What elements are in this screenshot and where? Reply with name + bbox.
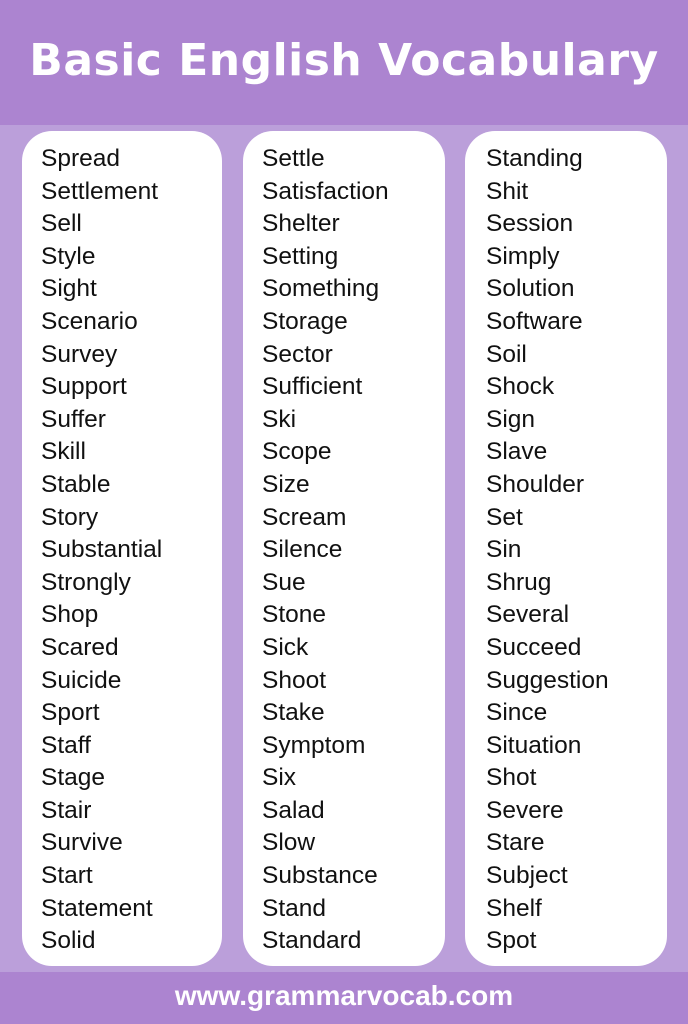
vocabulary-word: Several	[486, 601, 570, 629]
vocabulary-word: Suggestion	[486, 666, 609, 694]
vocabulary-word: Spread	[41, 145, 121, 172]
vocabulary-word: Subject	[486, 862, 568, 890]
vocabulary-word: Sin	[486, 536, 522, 564]
vocabulary-word: Spot	[486, 927, 537, 955]
word-column-2: Settle Satisfaction Shelter Setting Somethin…	[243, 131, 445, 966]
vocabulary-word: Stare	[486, 829, 545, 857]
vocabulary-word: Scream	[262, 503, 347, 531]
vocabulary-word: Simply	[486, 242, 560, 270]
vocabulary-word: Shrug	[486, 568, 552, 596]
vocabulary-word: Slow	[262, 829, 316, 857]
word-column-3: Standing Shit Session Simply Solution Softwar…	[465, 131, 667, 966]
vocabulary-word: Shelter	[262, 210, 340, 238]
vocabulary-word: Stake	[262, 699, 325, 727]
vocabulary-word: Suicide	[41, 666, 122, 694]
vocabulary-word: Sick	[262, 633, 309, 661]
vocabulary-word: Slave	[486, 438, 548, 466]
vocabulary-word: Satisfaction	[262, 177, 389, 205]
vocabulary-word: Silence	[262, 536, 343, 564]
vocabulary-word: Sight	[41, 275, 97, 303]
vocabulary-word: Salad	[262, 796, 325, 824]
page-title: Basic English Vocabulary	[29, 35, 659, 86]
vocabulary-word: Shelf	[486, 894, 542, 922]
vocabulary-word: Staff	[41, 731, 91, 759]
vocabulary-word: Support	[41, 373, 127, 401]
vocabulary-word: Soil	[486, 340, 527, 368]
vocabulary-word: Stair	[41, 796, 92, 824]
vocabulary-word: Solution	[486, 275, 575, 303]
vocabulary-word: Style	[41, 242, 96, 270]
vocabulary-word: Survive	[41, 829, 123, 857]
vocabulary-word: Settlement	[41, 177, 159, 205]
vocabulary-word: Substance	[262, 862, 378, 890]
vocabulary-word: Size	[262, 470, 310, 498]
vocabulary-word: Statement	[41, 894, 153, 922]
vocabulary-word: Standing	[486, 145, 583, 172]
vocabulary-word: Sport	[41, 699, 100, 727]
vocabulary-word: Standard	[262, 927, 362, 955]
vocabulary-word: Survey	[41, 340, 118, 368]
vocabulary-word: Stage	[41, 764, 106, 792]
vocabulary-word: Sue	[262, 568, 306, 596]
header-banner: Basic English Vocabulary	[0, 0, 688, 125]
vocabulary-word: Session	[486, 210, 574, 238]
vocabulary-word: Skill	[41, 438, 86, 466]
vocabulary-word: Shock	[486, 373, 555, 401]
footer-banner: www.grammarvocab.com	[0, 972, 688, 1024]
vocabulary-word: Scared	[41, 633, 119, 661]
vocabulary-word: Sufficient	[262, 373, 363, 401]
vocabulary-word: Shoot	[262, 666, 327, 694]
vocabulary-word: Symptom	[262, 731, 366, 759]
vocabulary-word: Stable	[41, 470, 111, 498]
vocabulary-word: Sector	[262, 340, 333, 368]
vocabulary-word: Stand	[262, 894, 327, 922]
vocabulary-word: Stone	[262, 601, 327, 629]
vocabulary-word: Story	[41, 503, 99, 531]
vocabulary-word: Shop	[41, 601, 99, 629]
vocabulary-word: Scenario	[41, 307, 138, 335]
vocabulary-word: Setting	[262, 242, 339, 270]
vocabulary-word: Since	[486, 699, 548, 727]
vocabulary-word: Shit	[486, 177, 529, 205]
vocabulary-word: Start	[41, 862, 93, 890]
vocabulary-word: Situation	[486, 731, 582, 759]
vocabulary-word: Succeed	[486, 633, 582, 661]
vocabulary-word: Sell	[41, 210, 82, 238]
vocabulary-word: Storage	[262, 307, 348, 335]
vocabulary-word: Suffer	[41, 405, 106, 433]
vocabulary-word: Software	[486, 307, 583, 335]
vocabulary-word: Six	[262, 764, 297, 792]
vocabulary-word: Solid	[41, 927, 96, 955]
vocabulary-word: Set	[486, 503, 523, 531]
vocabulary-word: Ski	[262, 405, 297, 433]
vocabulary-word: Strongly	[41, 568, 131, 596]
word-column-1: Spread Settlement Sell Style Sight Scenario Su…	[22, 131, 222, 966]
vocabulary-word: Severe	[486, 796, 564, 824]
vocabulary-word: Scope	[262, 438, 332, 466]
vocabulary-word: Substantial	[41, 536, 163, 564]
vocabulary-word: Shoulder	[486, 470, 585, 498]
vocabulary-word: Settle	[262, 145, 325, 172]
website-url: www.grammarvocab.com	[174, 980, 514, 1011]
vocabulary-word: Sign	[486, 405, 536, 433]
vocabulary-word: Shot	[486, 764, 537, 792]
vocabulary-word: Something	[262, 275, 380, 303]
